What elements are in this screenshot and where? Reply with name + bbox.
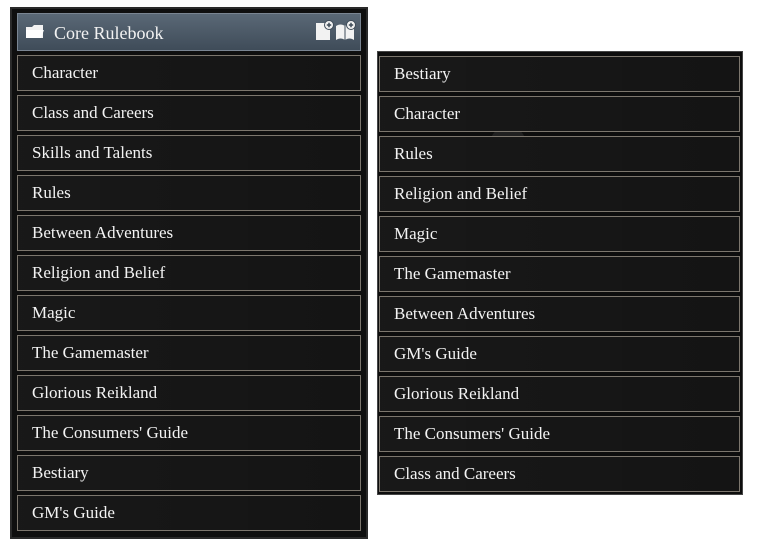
add-page-icon[interactable]	[312, 20, 334, 42]
journal-item[interactable]: The Gamemaster	[379, 256, 740, 292]
folder-title: Core Rulebook	[54, 23, 164, 43]
right-journal-panel: Bestiary Character Rules Religion and Be…	[377, 51, 743, 495]
journal-item[interactable]: The Consumers' Guide	[17, 415, 361, 451]
journal-item[interactable]: Magic	[379, 216, 740, 252]
journal-item[interactable]: Bestiary	[379, 56, 740, 92]
journal-item[interactable]: The Gamemaster	[17, 335, 361, 371]
folder-open-icon	[26, 25, 44, 38]
journal-item[interactable]: Rules	[379, 136, 740, 172]
add-book-icon[interactable]	[334, 20, 356, 42]
folder-header[interactable]: Core Rulebook	[17, 13, 361, 51]
left-journal-panel: Core Rulebook Character Class and Career…	[10, 7, 368, 539]
journal-item[interactable]: Class and Careers	[17, 95, 361, 131]
left-journal-list: Character Class and Careers Skills and T…	[17, 55, 361, 535]
journal-item[interactable]: Class and Careers	[379, 456, 740, 492]
journal-item[interactable]: Character	[379, 96, 740, 132]
journal-item[interactable]: GM's Guide	[17, 495, 361, 531]
journal-item[interactable]: Glorious Reikland	[379, 376, 740, 412]
journal-item[interactable]: Magic	[17, 295, 361, 331]
journal-item[interactable]: Between Adventures	[17, 215, 361, 251]
journal-item[interactable]: Religion and Belief	[379, 176, 740, 212]
journal-item[interactable]: Religion and Belief	[17, 255, 361, 291]
journal-item[interactable]: Rules	[17, 175, 361, 211]
journal-item[interactable]: GM's Guide	[379, 336, 740, 372]
right-journal-list: Bestiary Character Rules Religion and Be…	[379, 56, 740, 494]
journal-item[interactable]: Character	[17, 55, 361, 91]
journal-item[interactable]: Bestiary	[17, 455, 361, 491]
journal-item[interactable]: Skills and Talents	[17, 135, 361, 171]
journal-item[interactable]: Between Adventures	[379, 296, 740, 332]
journal-item[interactable]: The Consumers' Guide	[379, 416, 740, 452]
journal-item[interactable]: Glorious Reikland	[17, 375, 361, 411]
